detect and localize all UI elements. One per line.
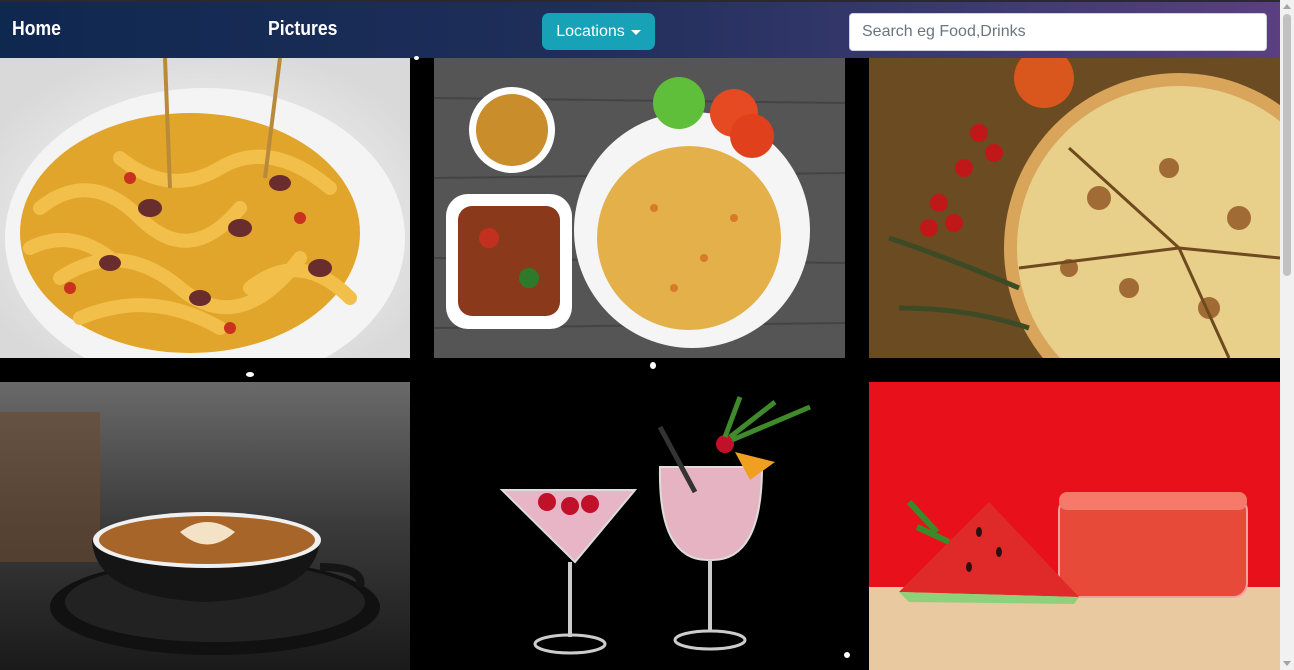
gallery-image-pasta[interactable] <box>0 58 410 358</box>
vertical-scrollbar[interactable] <box>1280 0 1294 670</box>
latte-coffee-image <box>0 382 410 670</box>
pizza-image <box>869 58 1280 358</box>
watermelon-juice-image <box>869 382 1280 670</box>
sparkle-dot <box>844 652 850 658</box>
search-input[interactable] <box>849 13 1267 51</box>
rice-plate-image <box>434 58 845 358</box>
cocktails-image <box>410 382 869 670</box>
sparkle-dot <box>650 362 656 369</box>
sparkle-dot <box>246 372 254 377</box>
pasta-image <box>0 58 410 358</box>
gallery-image-coffee[interactable] <box>0 382 410 670</box>
gallery-image-cocktails[interactable] <box>410 382 869 670</box>
sparkle-dot <box>414 56 419 60</box>
caret-down-icon <box>630 30 641 35</box>
gallery-image-rice[interactable] <box>434 58 845 358</box>
nav-home-link[interactable]: Home <box>12 18 61 41</box>
gallery-image-pizza[interactable] <box>869 58 1280 358</box>
navbar: Home Pictures Locations <box>0 0 1280 58</box>
scrollbar-thumb[interactable] <box>1283 14 1291 276</box>
scroll-up-arrow-icon[interactable] <box>1283 4 1291 9</box>
scroll-down-arrow-icon[interactable] <box>1283 661 1291 666</box>
locations-button-label: Locations <box>556 22 625 40</box>
nav-pictures-link[interactable]: Pictures <box>268 18 337 41</box>
locations-dropdown-button[interactable]: Locations <box>542 13 655 50</box>
gallery-image-watermelon[interactable] <box>869 382 1280 670</box>
